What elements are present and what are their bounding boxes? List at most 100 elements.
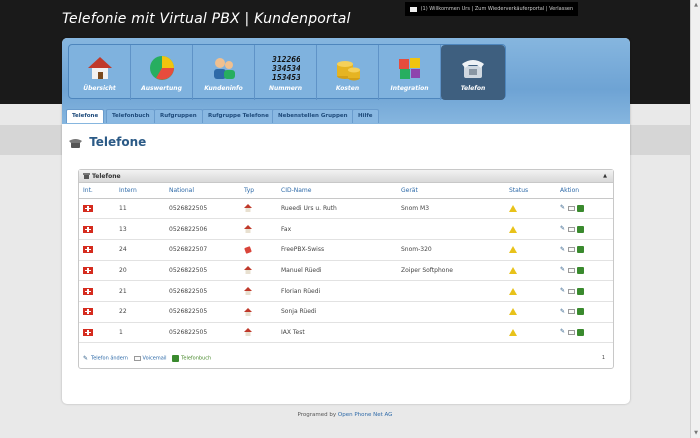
nav-reports[interactable]: Auswertung — [131, 45, 193, 100]
tab-rufgruppen[interactable]: Rufgruppen — [154, 109, 203, 123]
pencil-icon[interactable]: ✎ — [560, 226, 566, 232]
phonebook-icon[interactable] — [577, 266, 584, 274]
separator: | — [471, 6, 474, 12]
table-row[interactable]: 13 0526822506 Fax ✎ — [79, 218, 613, 240]
numbers-digits: 1534534 — [272, 73, 300, 82]
cid-cell: IAX Test — [277, 322, 397, 344]
device-cell: Snom M3 — [397, 198, 505, 220]
tab-telefone[interactable]: Telefone — [66, 109, 105, 123]
phonebook-icon[interactable] — [577, 287, 584, 295]
nav-numbers[interactable]: 312266533453451534534 Nummern — [255, 45, 317, 100]
tab-nebenstellen-gruppen[interactable]: Nebenstellen Gruppen — [272, 109, 354, 123]
collapse-icon[interactable]: ▲ — [603, 170, 607, 183]
nav-phone[interactable]: Telefon — [441, 45, 505, 100]
nav-customer-info[interactable]: Kundeninfo — [193, 45, 255, 100]
phonebook-icon[interactable] — [577, 246, 584, 254]
action-cell: ✎ — [556, 218, 613, 240]
envelope-icon[interactable] — [568, 309, 575, 315]
pencil-icon[interactable]: ✎ — [560, 205, 566, 211]
envelope-icon[interactable] — [568, 205, 575, 211]
users-icon — [213, 58, 235, 79]
box-header: Telefone ▲ — [79, 170, 613, 183]
phonebook-link[interactable]: Telefonbuch — [181, 356, 211, 362]
house-phone-icon — [244, 328, 252, 337]
envelope-icon[interactable] — [568, 267, 575, 273]
scroll-down-icon[interactable]: ▼ — [693, 430, 699, 436]
envelope-icon[interactable] — [568, 226, 575, 232]
scrollbar[interactable]: ▲ ▼ — [690, 0, 700, 438]
table-row[interactable]: 20 0526822505 Manuel Rüedi Zoiper Softphone… — [79, 260, 613, 282]
coins-icon — [336, 61, 360, 81]
table-row[interactable]: 11 0526822505 Rueedi Urs u. Ruth Snom M3 ✎ — [79, 198, 613, 220]
national-cell: 0526822505 — [165, 260, 240, 282]
credit-prefix: Programed by — [297, 412, 337, 418]
phones-box: Telefone ▲ Int. Intern National Typ CID-… — [78, 169, 614, 369]
table-row[interactable]: 22 0526822505 Sonja Rüedi ✎ — [79, 301, 613, 323]
cid-cell: Manuel Rüedi — [277, 260, 397, 282]
user-bar: (1) Willkommen Urs | Zum Wiederverkäufer… — [405, 2, 579, 16]
page-title-text: Telefone — [89, 135, 147, 149]
type-cell — [240, 198, 277, 220]
column-header: Gerät — [397, 184, 505, 199]
type-cell — [240, 301, 277, 323]
nav-area: Übersicht Auswertung Kundeninfo 31226653… — [62, 38, 630, 124]
phonebook-icon[interactable] — [577, 204, 584, 212]
warning-icon — [509, 328, 517, 336]
table-row[interactable]: 21 0526822505 Florian Rüedi ✎ — [79, 280, 613, 302]
intl-cell — [79, 301, 115, 323]
phonebook-icon[interactable] — [577, 225, 584, 233]
scroll-up-icon[interactable]: ▲ — [693, 2, 699, 8]
envelope-icon[interactable] — [568, 288, 575, 294]
edit-phone-link[interactable]: Telefon ändern — [91, 356, 128, 362]
page-number[interactable]: 1 — [602, 355, 605, 361]
device-cell — [397, 322, 505, 344]
voicemail-link[interactable]: Voicemail — [143, 356, 167, 362]
nav-integration[interactable]: Integration — [379, 45, 441, 100]
intern-cell: 22 — [115, 301, 165, 323]
phonebook-icon[interactable] — [577, 308, 584, 316]
pencil-icon[interactable]: ✎ — [560, 246, 566, 253]
type-cell — [240, 322, 277, 344]
table-row[interactable]: 24 0526822507 FreePBX-Swiss Snom-320 ✎ — [79, 239, 613, 261]
company-link[interactable]: Open Phone Net AG — [338, 412, 393, 418]
type-cell — [240, 280, 277, 302]
status-cell — [505, 218, 556, 240]
nav-label: Telefon — [460, 85, 486, 92]
pencil-icon: ✎ — [83, 354, 89, 362]
pencil-icon[interactable]: ✎ — [560, 329, 566, 335]
tab-telefonbuch[interactable]: Telefonbuch — [106, 109, 156, 123]
nav-label: Kundeninfo — [204, 85, 243, 92]
nav-overview[interactable]: Übersicht — [69, 45, 131, 100]
box-title: Telefone — [92, 173, 121, 180]
mail-icon[interactable] — [410, 6, 417, 12]
phonebook-icon[interactable] — [577, 328, 584, 336]
envelope-icon[interactable] — [568, 329, 575, 335]
nav-costs[interactable]: Kosten — [317, 45, 379, 100]
cid-cell: Sonja Rüedi — [277, 301, 397, 323]
national-cell: 0526822505 — [165, 280, 240, 302]
column-header: Aktion — [556, 184, 613, 199]
intern-cell: 1 — [115, 322, 165, 344]
tab-hilfe[interactable]: Hilfe — [352, 109, 379, 123]
logout-link[interactable]: Verlassen — [549, 6, 573, 12]
intl-cell — [79, 280, 115, 302]
cid-cell: Fax — [277, 218, 397, 240]
tab-rufgruppe-telefone[interactable]: Rufgruppe Telefone — [202, 109, 275, 123]
nav-label: Nummern — [268, 85, 303, 92]
status-cell — [505, 322, 556, 344]
nav-label: Auswertung — [141, 85, 182, 92]
column-header: Intern — [115, 184, 165, 199]
pencil-icon[interactable]: ✎ — [560, 288, 566, 294]
message-count[interactable]: (1) — [421, 6, 428, 12]
reseller-link[interactable]: Zum Wiederverkäuferportal — [475, 6, 544, 12]
page-title: Telefone — [69, 135, 146, 149]
action-cell: ✎ — [556, 280, 613, 302]
table-row[interactable]: 1 0526822505 IAX Test ✎ — [79, 322, 613, 344]
column-header: Typ — [240, 184, 277, 199]
pencil-icon[interactable]: ✎ — [560, 267, 566, 273]
envelope-icon[interactable] — [568, 247, 575, 253]
pencil-icon[interactable]: ✎ — [560, 308, 566, 315]
action-cell: ✎ — [556, 322, 613, 344]
nav-label: Integration — [390, 85, 429, 92]
device-cell — [397, 301, 505, 323]
